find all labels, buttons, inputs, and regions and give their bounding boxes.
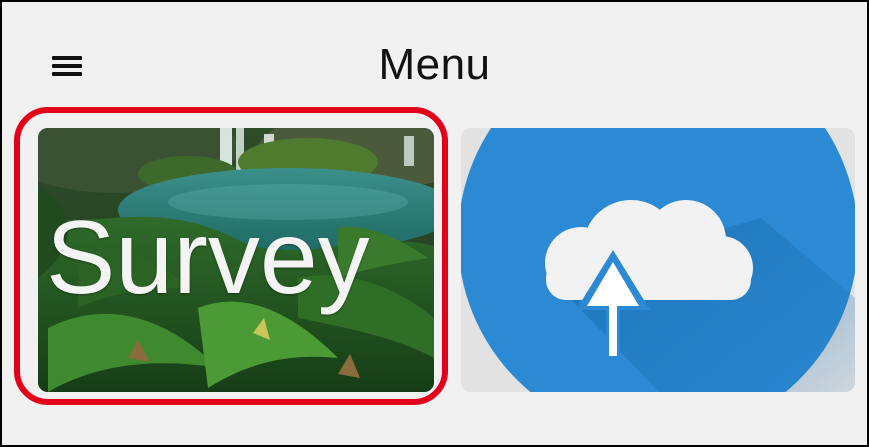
app-bar: Menu — [2, 2, 867, 122]
upload-tile[interactable] — [461, 128, 855, 392]
app-screen: Menu Survey — [0, 0, 869, 447]
survey-tile-highlight[interactable] — [14, 107, 448, 405]
cloud-upload-icon — [461, 128, 855, 392]
page-title: Menu — [378, 40, 491, 89]
